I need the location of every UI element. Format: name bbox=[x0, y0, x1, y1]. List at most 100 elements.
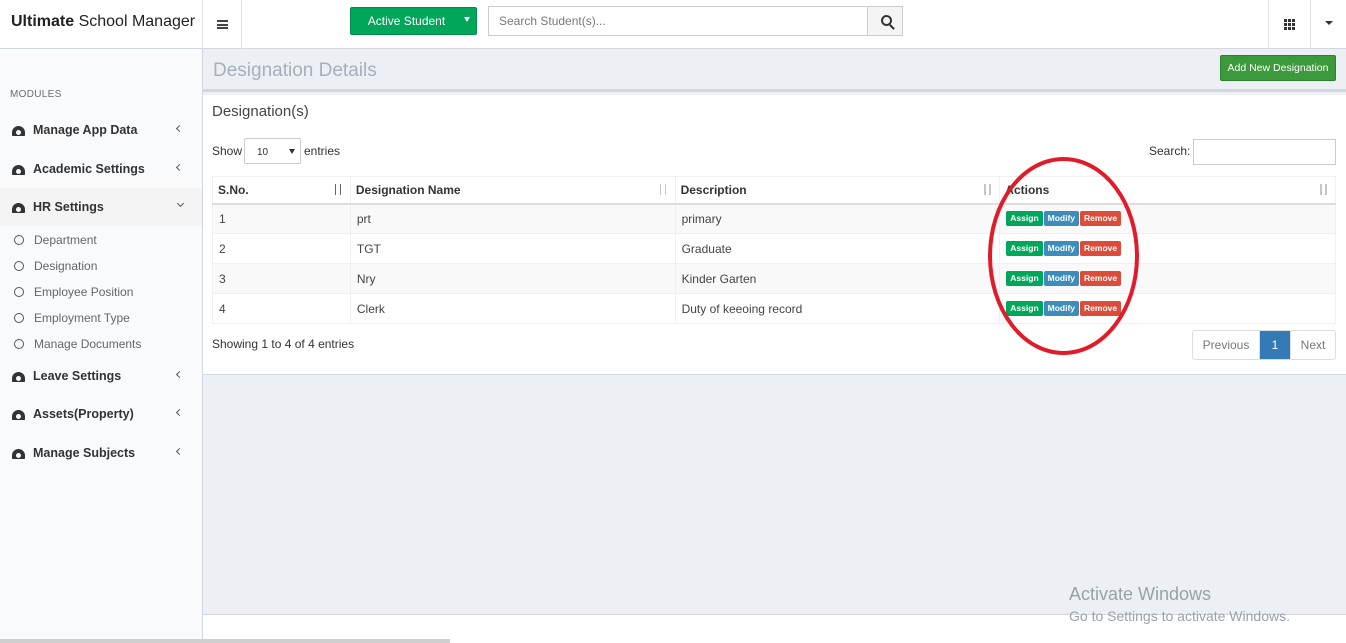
table-info: Showing 1 to 4 of 4 entries bbox=[212, 337, 355, 351]
cell-designation-name: Nry bbox=[349, 263, 676, 294]
sidebar-item-assets[interactable]: Assets(Property) bbox=[0, 395, 202, 433]
sidebar: MODULES Manage App Data Academic Setting… bbox=[0, 49, 203, 643]
sidebar-subitem-label: Employee Position bbox=[34, 285, 134, 299]
entries-per-page-select[interactable]: 10 bbox=[244, 138, 301, 164]
page-title: Designation Details bbox=[213, 60, 377, 81]
table-row: 1 prt primary Assign Modify Remove bbox=[212, 203, 1336, 234]
sidebar-item-manage-app-data[interactable]: Manage App Data bbox=[0, 111, 202, 149]
caret-down-icon bbox=[1325, 21, 1333, 25]
pagination: Previous 1 Next bbox=[1192, 330, 1336, 360]
previous-page-button[interactable]: Previous bbox=[1193, 331, 1260, 359]
column-header-designation-name[interactable]: Designation Name bbox=[349, 176, 676, 205]
content-header: Designation Details bbox=[203, 49, 1346, 92]
sidebar-item-hr-settings[interactable]: HR Settings bbox=[0, 188, 202, 226]
sort-icon bbox=[983, 184, 993, 196]
sidebar-subitem-employee-position[interactable]: Employee Position bbox=[0, 279, 202, 305]
box-title: Designation(s) bbox=[212, 103, 309, 120]
brand-rest: School Manager bbox=[74, 13, 196, 30]
sidebar-item-manage-subjects[interactable]: Manage Subjects bbox=[0, 434, 202, 472]
student-search-input[interactable] bbox=[488, 6, 868, 36]
grid-icon bbox=[1284, 19, 1295, 30]
entries-value: 10 bbox=[257, 147, 269, 158]
sidebar-item-label: Manage Subjects bbox=[33, 446, 136, 460]
dashboard-icon bbox=[12, 202, 25, 213]
page-1-button[interactable]: 1 bbox=[1260, 331, 1290, 359]
circle-icon bbox=[14, 339, 24, 349]
modules-heading: MODULES bbox=[10, 89, 62, 100]
column-header-sno[interactable]: S.No. bbox=[212, 176, 351, 205]
dashboard-icon bbox=[12, 448, 25, 459]
cell-description: Kinder Garten bbox=[674, 263, 1001, 294]
sidebar-subitem-employment-type[interactable]: Employment Type bbox=[0, 305, 202, 331]
dashboard-icon bbox=[12, 125, 25, 136]
sidebar-item-label: Manage App Data bbox=[33, 123, 138, 137]
cell-sno: 1 bbox=[212, 203, 351, 234]
user-menu-dropdown[interactable] bbox=[1310, 0, 1346, 49]
cell-sno: 3 bbox=[212, 263, 351, 294]
table-row: 3 Nry Kinder Garten Assign Modify Remove bbox=[212, 263, 1336, 294]
sidebar-item-academic-settings[interactable]: Academic Settings bbox=[0, 150, 202, 188]
cell-description: Duty of keeoing record bbox=[674, 293, 1001, 324]
hamburger-icon bbox=[216, 20, 228, 29]
entries-label: entries bbox=[304, 144, 341, 158]
designations-box: Designation(s) Show 10 entries Search: S… bbox=[203, 95, 1346, 375]
circle-icon bbox=[14, 287, 24, 297]
chevron-left-icon bbox=[175, 447, 184, 456]
annotation-ellipse bbox=[988, 157, 1139, 355]
brand-bold: Ultimate bbox=[11, 13, 75, 30]
watermark-title: Activate Windows bbox=[1069, 584, 1212, 604]
sidebar-subitem-designation[interactable]: Designation bbox=[0, 253, 202, 279]
cell-description: Graduate bbox=[674, 233, 1001, 264]
next-page-button[interactable]: Next bbox=[1290, 331, 1335, 359]
chevron-left-icon bbox=[175, 124, 184, 133]
show-label: Show bbox=[212, 144, 243, 158]
sort-icon bbox=[1319, 184, 1329, 196]
sidebar-subitem-manage-documents[interactable]: Manage Documents bbox=[0, 331, 202, 357]
sidebar-item-label: Academic Settings bbox=[33, 162, 145, 176]
sidebar-item-leave-settings[interactable]: Leave Settings bbox=[0, 357, 202, 395]
add-new-designation-button[interactable]: Add New Designation bbox=[1220, 55, 1336, 81]
student-search-button[interactable] bbox=[867, 6, 903, 36]
sidebar-item-label: Leave Settings bbox=[33, 369, 122, 383]
table-search-label: Search: bbox=[1149, 144, 1191, 158]
cell-sno: 4 bbox=[212, 293, 351, 324]
sidebar-item-label: Assets(Property) bbox=[33, 407, 134, 421]
dashboard-icon bbox=[12, 409, 25, 420]
sidebar-item-label: HR Settings bbox=[33, 200, 104, 214]
circle-icon bbox=[14, 261, 24, 271]
sidebar-subitem-label: Manage Documents bbox=[34, 337, 142, 351]
sidebar-subitem-label: Designation bbox=[34, 259, 98, 273]
table-row: 2 TGT Graduate Assign Modify Remove bbox=[212, 233, 1336, 264]
sidebar-subitem-label: Department bbox=[34, 233, 97, 247]
caret-down-icon bbox=[464, 17, 470, 22]
apps-menu-button[interactable] bbox=[1268, 0, 1310, 49]
cell-designation-name: Clerk bbox=[349, 293, 676, 324]
sort-asc-icon bbox=[334, 184, 344, 196]
search-icon bbox=[880, 14, 892, 26]
chevron-down-icon bbox=[176, 199, 185, 208]
active-student-label: Active Student bbox=[367, 14, 446, 28]
dashboard-icon bbox=[12, 164, 25, 175]
chevron-left-icon bbox=[175, 163, 184, 172]
designations-table: S.No. Designation Name Description Actio… bbox=[212, 176, 1336, 324]
app-brand[interactable]: Ultimate School Manager bbox=[0, 0, 203, 49]
circle-icon bbox=[14, 313, 24, 323]
windows-activation-watermark: Activate Windows Go to Settings to activ… bbox=[1069, 584, 1290, 624]
horizontal-scrollbar[interactable] bbox=[0, 639, 450, 643]
top-navbar: Ultimate School Manager Active Student bbox=[0, 0, 1346, 49]
cell-designation-name: prt bbox=[349, 203, 676, 234]
cell-designation-name: TGT bbox=[349, 233, 676, 264]
active-student-dropdown[interactable]: Active Student bbox=[350, 7, 477, 35]
sort-icon bbox=[659, 184, 669, 196]
sidebar-toggle-button[interactable] bbox=[203, 0, 242, 49]
cell-description: primary bbox=[674, 203, 1001, 234]
caret-down-icon bbox=[289, 149, 295, 154]
column-header-description[interactable]: Description bbox=[674, 176, 1001, 205]
table-search-input[interactable] bbox=[1193, 139, 1336, 165]
cell-sno: 2 bbox=[212, 233, 351, 264]
watermark-subtitle: Go to Settings to activate Windows. bbox=[1069, 608, 1290, 624]
sidebar-subitem-department[interactable]: Department bbox=[0, 227, 202, 253]
dashboard-icon bbox=[12, 371, 25, 382]
table-row: 4 Clerk Duty of keeoing record Assign Mod… bbox=[212, 293, 1336, 324]
chevron-left-icon bbox=[175, 370, 184, 379]
